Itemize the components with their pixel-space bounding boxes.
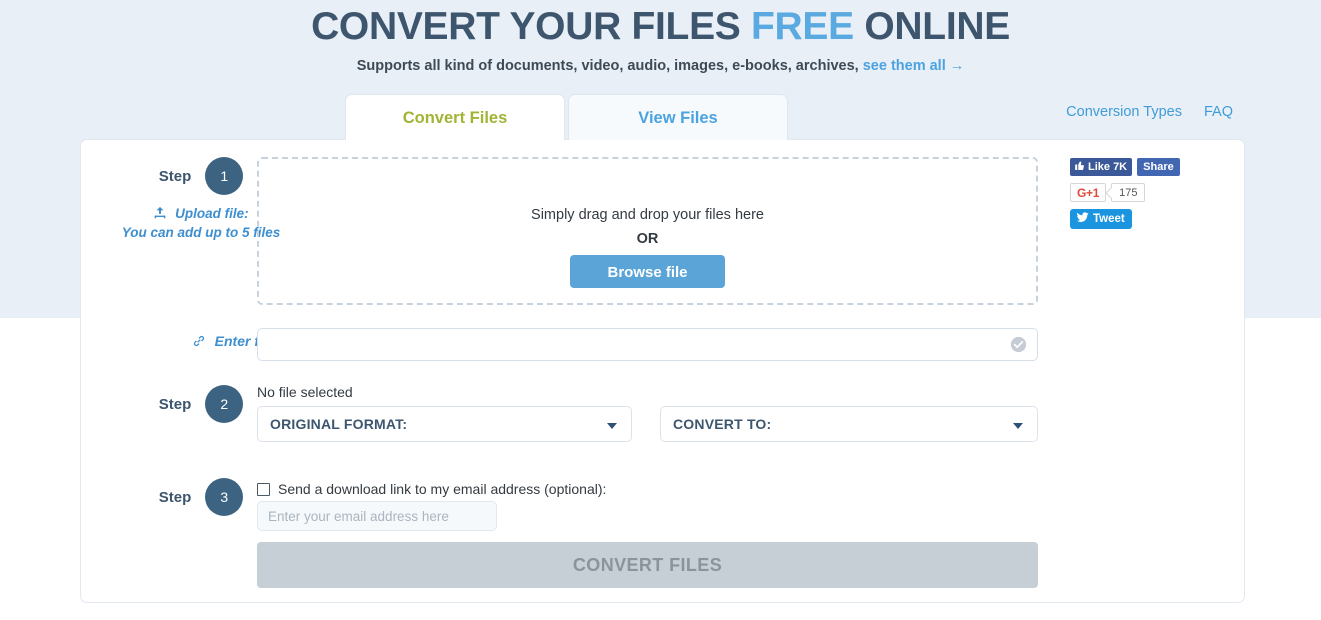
tweet-button[interactable]: Tweet: [1070, 209, 1132, 229]
facebook-like-button[interactable]: Like 7K: [1070, 158, 1133, 176]
step-2-word: Step: [158, 395, 192, 413]
page-title-part1: CONVERT YOUR FILES: [311, 5, 752, 48]
upload-file-text: Upload file:: [175, 206, 249, 221]
dropzone-or-text: OR: [636, 231, 659, 247]
page-subtitle-text: Supports all kind of documents, video, a…: [356, 58, 863, 74]
original-format-select[interactable]: ORIGINAL FORMAT:: [257, 406, 632, 442]
convert-to-select-label: CONVERT TO:: [673, 416, 772, 432]
tweet-label: Tweet: [1093, 213, 1125, 225]
dropzone-text: Simply drag and drop your files here: [531, 207, 764, 223]
nav-conversion-types[interactable]: Conversion Types: [1066, 104, 1182, 120]
tab-convert-files[interactable]: Convert Files: [345, 94, 565, 140]
file-url-input-wrap: [257, 328, 1038, 361]
send-email-checkbox-label: Send a download link to my email address…: [278, 481, 607, 497]
twitter-row: Tweet: [1070, 209, 1220, 229]
convert-files-button[interactable]: CONVERT FILES: [257, 542, 1038, 588]
page-title: CONVERT YOUR FILES FREE ONLINE: [0, 0, 1321, 49]
link-icon: [192, 335, 210, 351]
browse-file-button[interactable]: Browse file: [570, 255, 725, 288]
step-3-circle: 3: [205, 478, 244, 516]
tab-bar: Convert Files View Files: [345, 94, 788, 140]
page-title-free: FREE: [751, 5, 854, 48]
page-title-part2: ONLINE: [853, 5, 1010, 48]
file-dropzone[interactable]: Simply drag and drop your files here OR …: [257, 157, 1038, 305]
email-address-input[interactable]: [257, 501, 497, 531]
original-format-select-label: ORIGINAL FORMAT:: [270, 416, 408, 432]
google-plus-one-button[interactable]: G+1: [1070, 183, 1107, 202]
facebook-like-label: Like 7K: [1088, 161, 1128, 173]
chevron-down-icon: [607, 423, 617, 429]
check-circle-icon: [1010, 336, 1027, 353]
top-nav: Conversion Types FAQ: [1048, 104, 1233, 120]
step-2-circle: 2: [205, 385, 244, 423]
email-option-row: Send a download link to my email address…: [257, 481, 606, 497]
social-buttons: Like 7K Share G+1 175 Tweet: [1070, 158, 1220, 236]
page-subtitle: Supports all kind of documents, video, a…: [0, 49, 1321, 75]
no-file-selected-text: No file selected: [257, 384, 353, 400]
file-url-input[interactable]: [257, 328, 1038, 361]
tab-view-files[interactable]: View Files: [568, 94, 788, 140]
step-1-word: Step: [158, 167, 192, 185]
see-them-all-link[interactable]: see them all →: [863, 58, 965, 74]
facebook-share-button[interactable]: Share: [1137, 158, 1180, 176]
page-header: CONVERT YOUR FILES FREE ONLINE Supports …: [0, 0, 1321, 75]
send-email-checkbox[interactable]: [257, 482, 270, 496]
facebook-row: Like 7K Share: [1070, 158, 1220, 176]
tab-convert-files-label: Convert Files: [402, 109, 508, 127]
google-plus-one-label: G+1: [1077, 185, 1100, 200]
step-3-word: Step: [158, 488, 192, 506]
thumbs-up-icon: [1074, 160, 1085, 174]
upload-icon: [153, 206, 171, 223]
tab-view-files-label: View Files: [638, 109, 718, 127]
step-1-circle: 1: [205, 157, 244, 195]
gplus-row: G+1 175: [1070, 183, 1220, 202]
chevron-down-icon: [1013, 423, 1023, 429]
twitter-bird-icon: [1076, 211, 1089, 227]
convert-to-select[interactable]: CONVERT TO:: [660, 406, 1038, 442]
google-plus-one-count[interactable]: 175: [1111, 183, 1146, 202]
nav-faq[interactable]: FAQ: [1204, 104, 1233, 120]
